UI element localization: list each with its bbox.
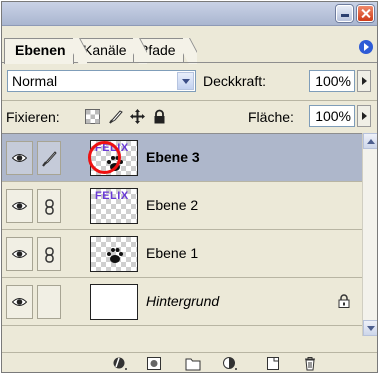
close-icon[interactable] [357, 5, 374, 22]
visibility-toggle[interactable] [6, 237, 33, 271]
blend-row: Normal Deckkraft: 100% [2, 64, 377, 100]
eye-icon [12, 202, 27, 210]
link-cell[interactable] [37, 189, 61, 223]
layers-palette: Pfade Kanäle Ebenen Normal Deckkraft: 10… [1, 1, 378, 373]
opacity-value: 100% [315, 73, 351, 89]
link-cell[interactable] [37, 237, 61, 271]
chain-link-icon [45, 199, 54, 215]
layer-style-icon[interactable] [112, 356, 128, 371]
paw-icon [107, 248, 123, 263]
opacity-input[interactable]: 100% [309, 70, 355, 92]
new-layer-icon[interactable] [265, 356, 281, 371]
fill-input[interactable]: 100% [309, 105, 355, 127]
padlock-icon [338, 294, 350, 308]
opacity-label: Deckkraft: [203, 73, 267, 89]
new-group-icon[interactable] [185, 356, 201, 371]
trash-icon[interactable] [302, 356, 318, 371]
scroll-up-icon[interactable] [363, 133, 377, 149]
layer-name[interactable]: Ebene 1 [146, 245, 198, 261]
layers-list: FELIX Ebene 3 FELIX Ebene 2 Ebene 1 Hint… [2, 133, 362, 336]
brush-icon [42, 151, 57, 167]
fill-arrow-icon[interactable] [357, 105, 371, 127]
layer-name[interactable]: Hintergrund [146, 293, 219, 309]
blend-mode-value: Normal [12, 73, 58, 89]
palette-menu-icon[interactable] [359, 40, 373, 54]
layer-row-ebene-1[interactable]: Ebene 1 [2, 230, 362, 278]
lock-position-icon[interactable] [130, 109, 145, 124]
layer-row-ebene-3[interactable]: FELIX Ebene 3 [2, 134, 362, 182]
fill-label: Fläche: [248, 109, 294, 125]
palette-title-bar[interactable] [2, 2, 377, 26]
visibility-toggle[interactable] [6, 141, 33, 175]
link-cell[interactable] [37, 285, 61, 319]
tab-label: Ebenen [15, 42, 66, 58]
visibility-toggle[interactable] [6, 285, 33, 319]
chevron-down-icon[interactable] [177, 72, 194, 90]
layer-name[interactable]: Ebene 3 [146, 149, 200, 165]
lock-all-icon[interactable] [152, 109, 167, 124]
chain-link-icon [45, 247, 54, 263]
lock-row: Fixieren: Fläche: 100% [2, 101, 377, 133]
layer-name[interactable]: Ebene 2 [146, 197, 198, 213]
lock-image-icon[interactable] [108, 109, 123, 124]
blend-mode-select[interactable]: Normal [7, 70, 196, 92]
layer-row-ebene-2[interactable]: FELIX Ebene 2 [2, 182, 362, 230]
minimize-icon[interactable] [336, 5, 353, 22]
layer-row-hintergrund[interactable]: Hintergrund [2, 278, 362, 326]
layer-thumbnail: FELIX [90, 188, 138, 224]
scroll-down-icon[interactable] [363, 320, 377, 336]
lock-label: Fixieren: [6, 109, 60, 125]
eye-icon [12, 298, 27, 306]
lock-transparency-icon[interactable] [85, 109, 100, 124]
visibility-toggle[interactable] [6, 189, 33, 223]
tab-label: Kanäle [83, 42, 127, 58]
layer-thumbnail [90, 236, 138, 272]
eye-icon [12, 250, 27, 258]
thumb-felix-text: FELIX [95, 190, 129, 202]
tab-row: Pfade Kanäle Ebenen [2, 26, 377, 64]
add-mask-icon[interactable] [146, 356, 162, 371]
highlight-circle [88, 141, 121, 174]
opacity-arrow-icon[interactable] [357, 70, 371, 92]
brush-cell[interactable] [37, 141, 61, 175]
layers-scrollbar[interactable] [362, 133, 377, 336]
fill-value: 100% [315, 108, 351, 124]
palette-bottom-toolbar [2, 352, 377, 372]
layer-thumbnail [90, 284, 138, 320]
eye-icon [12, 154, 27, 162]
adjustment-layer-icon[interactable] [222, 356, 238, 371]
tab-ebenen[interactable]: Ebenen [4, 38, 74, 64]
